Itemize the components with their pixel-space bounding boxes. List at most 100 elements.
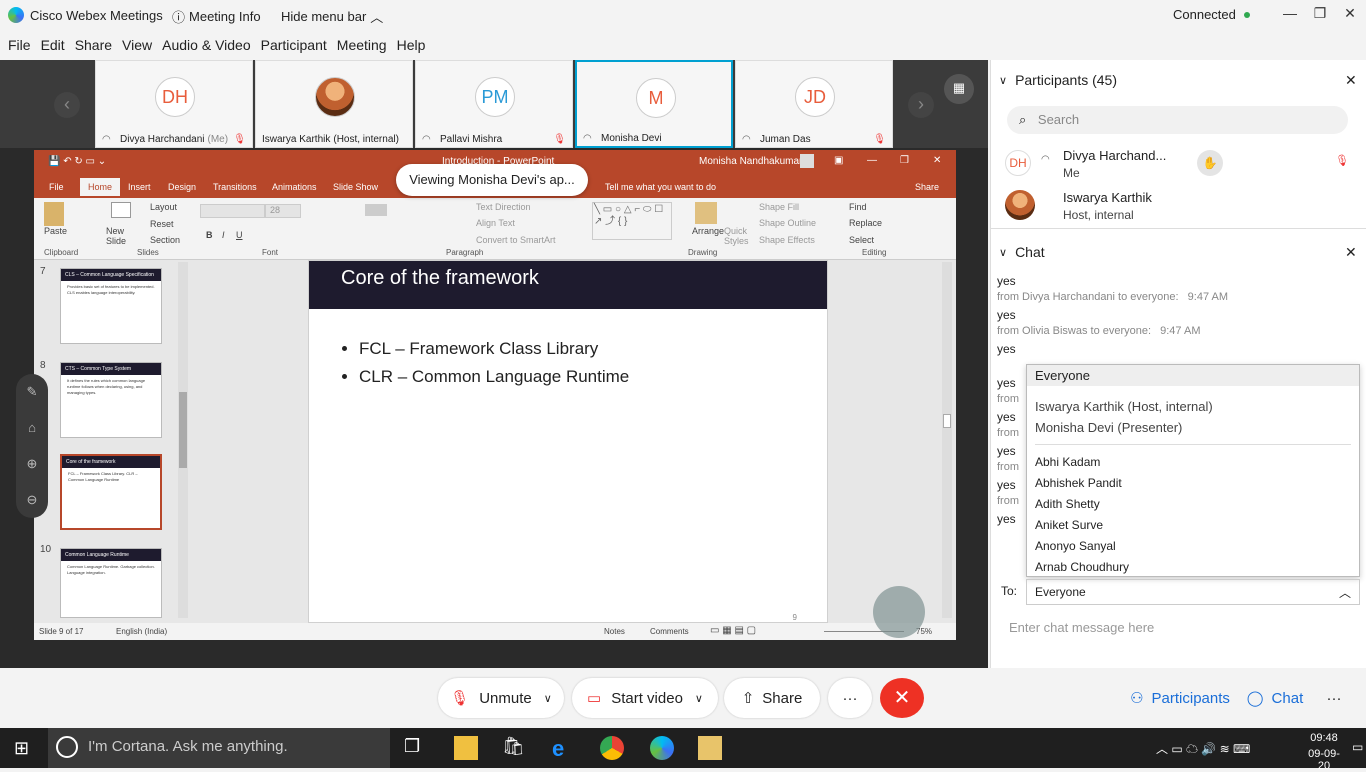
bullets-icon[interactable]	[365, 204, 387, 216]
ppt-restore-button[interactable]: ❐	[900, 155, 909, 166]
font-name-field[interactable]	[200, 204, 265, 218]
comments-button[interactable]: Comments	[650, 627, 689, 636]
chat-panel-button[interactable]: ◯ Chat	[1240, 678, 1310, 718]
chat-header[interactable]: ∨ Chat	[999, 244, 1045, 260]
new-slide-button[interactable]: New Slide	[106, 226, 136, 246]
tab-design[interactable]: Design	[168, 182, 196, 192]
dropdown-option[interactable]: Abhishek Pandit	[1027, 472, 1359, 493]
tab-slide-show[interactable]: Slide Show	[333, 182, 378, 192]
underline-icon[interactable]: U	[236, 230, 243, 240]
ppt-close-button[interactable]: ✕	[933, 155, 941, 166]
convert-smartart-button[interactable]: Convert to SmartArt	[476, 235, 556, 245]
more-options-button[interactable]: ···	[828, 678, 872, 718]
unmute-button[interactable]: 🎙 Unmute ∨	[438, 678, 564, 718]
system-tray-icons[interactable]: ︿ ▭ ☁ 🔊 ≋ ⌨	[1156, 740, 1250, 757]
layout-dropdown[interactable]: Layout	[150, 202, 177, 212]
menu-view[interactable]: View	[122, 37, 152, 53]
menu-audio-video[interactable]: Audio & Video	[162, 37, 250, 53]
cortana-search[interactable]: I'm Cortana. Ask me anything.	[48, 728, 390, 768]
menu-participant[interactable]: Participant	[261, 37, 327, 53]
bold-icon[interactable]: B	[206, 230, 213, 240]
dropdown-option[interactable]: Adith Shetty	[1027, 493, 1359, 514]
minimize-button[interactable]: —	[1280, 5, 1300, 25]
ppt-minimize-button[interactable]: —	[867, 155, 877, 166]
menu-meeting[interactable]: Meeting	[337, 37, 387, 53]
scrollbar-thumb[interactable]	[943, 414, 951, 428]
menu-share[interactable]: Share	[75, 37, 112, 53]
text-direction-button[interactable]: Text Direction	[476, 202, 531, 212]
chrome-icon[interactable]	[600, 736, 624, 760]
shape-effects-button[interactable]: Shape Effects	[759, 235, 815, 245]
video-tile[interactable]: PM ◠ Pallavi Mishra 🎙	[415, 60, 573, 148]
close-window-button[interactable]: ✕	[1340, 5, 1360, 25]
font-size-field[interactable]: 28	[265, 204, 301, 218]
slide-thumbnail[interactable]: CTS – Common Type System It defines the …	[60, 362, 162, 438]
task-view-icon[interactable]: ❐	[404, 736, 428, 760]
tab-transitions[interactable]: Transitions	[213, 182, 257, 192]
tools-icon[interactable]	[698, 736, 722, 760]
shape-outline-button[interactable]: Shape Outline	[759, 218, 816, 228]
section-dropdown[interactable]: Section	[150, 235, 180, 245]
slide-thumbnail[interactable]: Common Language Runtime Common Language …	[60, 548, 162, 618]
find-button[interactable]: Find	[849, 202, 867, 212]
recipient-dropdown[interactable]: Everyone Iswarya Karthik (Host, internal…	[1026, 364, 1360, 577]
quick-styles-button[interactable]: Quick Styles	[724, 226, 750, 246]
scroll-left-button[interactable]: ‹	[54, 92, 80, 118]
notes-button[interactable]: Notes	[604, 627, 625, 636]
participants-panel-button[interactable]: ⚇ Participants	[1120, 678, 1240, 718]
raise-hand-icon[interactable]: ✋	[1197, 150, 1223, 176]
restore-button[interactable]: ❐	[1310, 5, 1330, 25]
webex-icon[interactable]	[650, 736, 674, 760]
slide-thumbnail[interactable]: CLS – Common Language Specification Prov…	[60, 268, 162, 344]
scrollbar-thumb[interactable]	[179, 392, 187, 468]
dropdown-option[interactable]: Iswarya Karthik (Host, internal)	[1027, 396, 1359, 417]
ribbon-options-icon[interactable]: ▣	[834, 155, 843, 166]
hide-menu-bar-button[interactable]: Hide menu bar ︿	[281, 7, 383, 26]
shapes-gallery[interactable]: ╲ ▭ ○ △ ⌐ ⬭ ☐ ↗ ⤴ { }	[592, 202, 672, 240]
participant-search-input[interactable]: ⌕ Search	[1007, 106, 1348, 134]
store-icon[interactable]: 🛍	[502, 736, 526, 760]
request-control-icon[interactable]: ⌂	[16, 410, 48, 446]
canvas-scrollbar[interactable]	[942, 262, 952, 618]
zoom-out-icon[interactable]: ⊖	[16, 482, 48, 518]
paste-button[interactable]: Paste	[44, 226, 67, 236]
dropdown-option[interactable]: Everyone	[1027, 365, 1359, 386]
dropdown-option[interactable]: Abhi Kadam	[1027, 451, 1359, 472]
tab-insert[interactable]: Insert	[128, 182, 151, 192]
align-text-button[interactable]: Align Text	[476, 218, 515, 228]
more-panels-button[interactable]: ···	[1316, 678, 1352, 718]
windows-start-icon[interactable]: ⊞	[14, 738, 34, 758]
notification-icon[interactable]: ▭	[1352, 740, 1363, 754]
menu-help[interactable]: Help	[397, 37, 426, 53]
chat-input[interactable]: Enter chat message here	[1009, 620, 1154, 635]
close-participants-icon[interactable]: ✕	[1345, 72, 1357, 89]
arrange-button[interactable]: Arrange	[692, 226, 724, 236]
slide-thumbnail-selected[interactable]: Core of the framework FCL – Framework Cl…	[60, 454, 162, 530]
tab-home[interactable]: Home	[80, 178, 121, 196]
reset-button[interactable]: Reset	[150, 219, 174, 229]
muted-mic-icon[interactable]: 🎙	[1335, 154, 1349, 167]
select-button[interactable]: Select	[849, 235, 874, 245]
replace-button[interactable]: Replace	[849, 218, 882, 228]
scroll-right-button[interactable]: ›	[908, 92, 934, 118]
layout-button[interactable]: ▦	[944, 74, 974, 104]
close-chat-icon[interactable]: ✕	[1345, 244, 1357, 261]
view-buttons[interactable]: ▭ ▦ ▤ ▢	[710, 625, 756, 636]
italic-icon[interactable]: I	[222, 230, 225, 240]
dropdown-option[interactable]: Arnab Choudhury	[1027, 556, 1359, 576]
ppt-share-button[interactable]: Share	[915, 182, 939, 192]
video-tile[interactable]: JD ◠ Juman Das 🎙	[735, 60, 893, 148]
tab-animations[interactable]: Animations	[272, 182, 317, 192]
thumbs-scrollbar[interactable]	[178, 262, 188, 618]
video-tile[interactable]: DH ◠ Divya Harchandani (Me) 🎙	[95, 60, 253, 148]
video-tile[interactable]: Iswarya Karthik (Host, internal)	[255, 60, 413, 148]
end-meeting-button[interactable]: ✕	[880, 678, 924, 718]
tab-file[interactable]: File	[49, 182, 64, 192]
edge-icon[interactable]: e	[552, 736, 576, 761]
dropdown-option[interactable]: Anonyo Sanyal	[1027, 535, 1359, 556]
current-slide[interactable]: Core of the framework FCL – Framework Cl…	[308, 260, 828, 623]
dropdown-option[interactable]: Monisha Devi (Presenter)	[1027, 417, 1359, 438]
dropdown-option[interactable]: Aniket Surve	[1027, 514, 1359, 535]
participants-header[interactable]: ∨ Participants (45)	[999, 72, 1117, 88]
tell-me-box[interactable]: Tell me what you want to do	[605, 182, 716, 192]
